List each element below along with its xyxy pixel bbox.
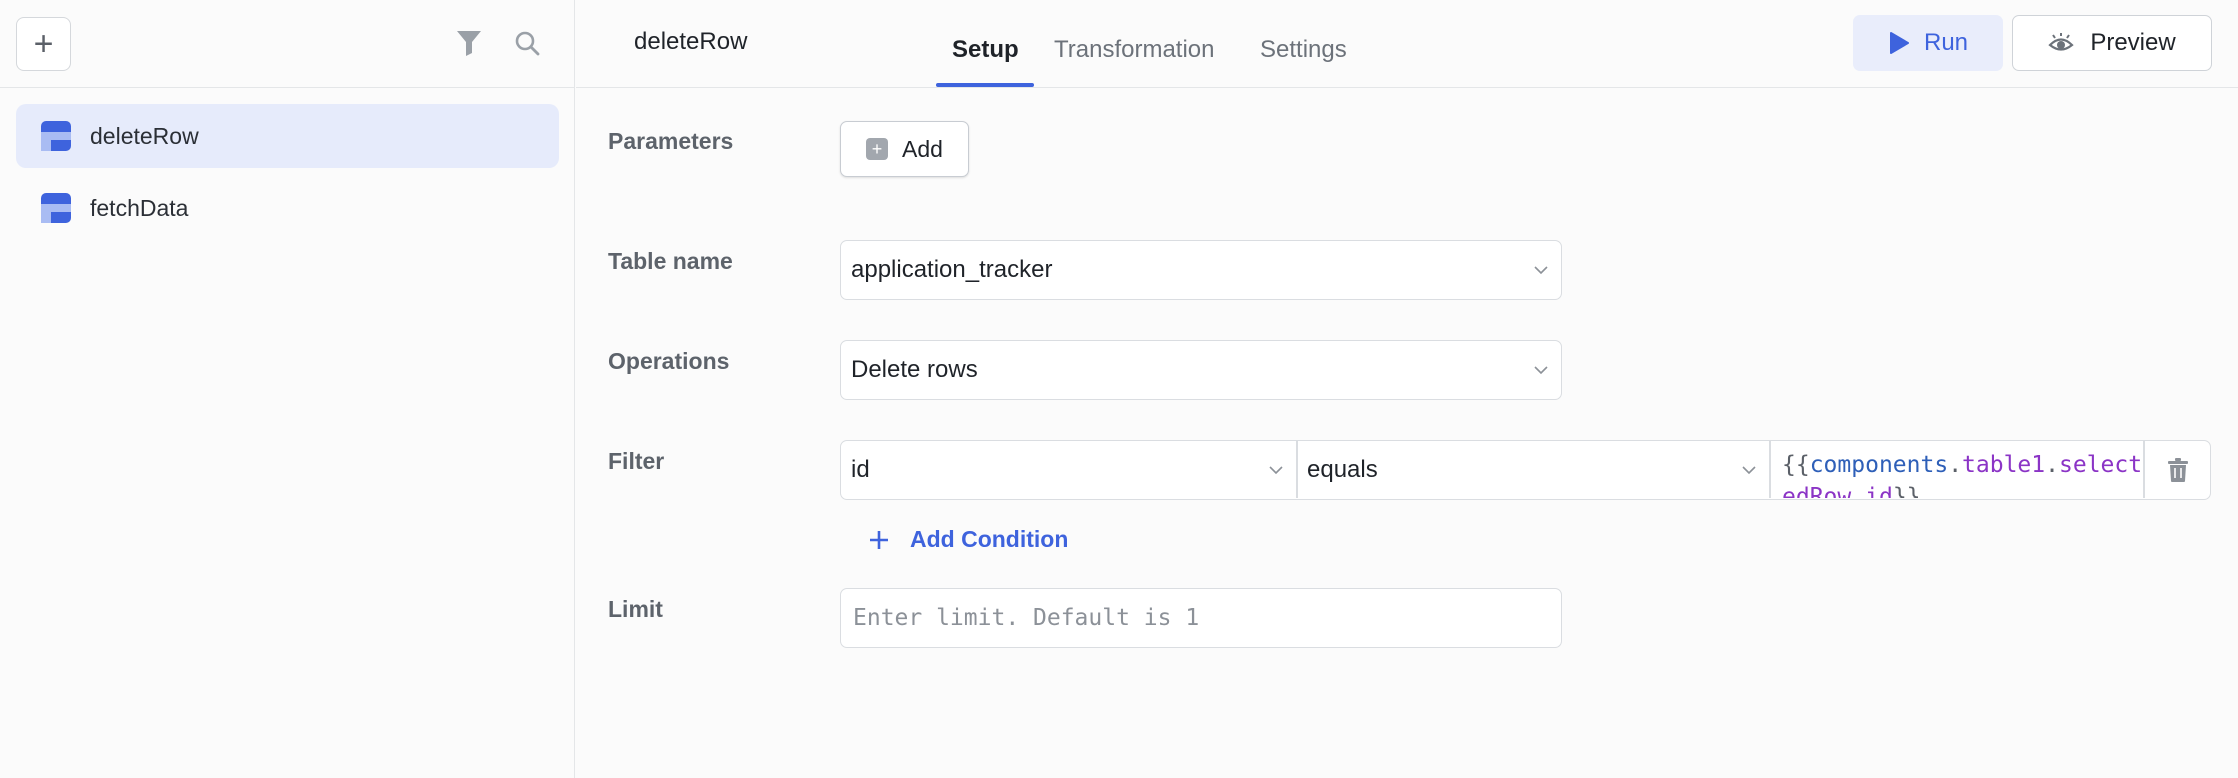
tab-setup[interactable]: Setup <box>952 36 1019 64</box>
query-header: deleteRow Setup Transformation Settings … <box>576 0 2238 88</box>
filter-operator-value: equals <box>1307 455 1378 483</box>
eye-icon <box>2048 33 2074 51</box>
add-parameter-label: Add <box>902 135 943 162</box>
query-sidebar: + deleteRow fetchData <box>0 0 575 778</box>
code-token: components <box>1809 452 1949 478</box>
preview-label: Preview <box>2090 29 2176 56</box>
plus-icon <box>870 530 888 549</box>
table-name-select[interactable]: application_tracker <box>840 240 1562 300</box>
query-name[interactable]: deleteRow <box>634 28 747 56</box>
chevron-down-icon <box>1742 466 1756 475</box>
database-icon <box>41 193 71 223</box>
preview-button[interactable]: Preview <box>2012 15 2212 71</box>
chevron-down-icon <box>1534 366 1548 375</box>
delete-condition-trash-icon[interactable] <box>2161 453 2195 487</box>
tab-transformation[interactable]: Transformation <box>1054 36 1215 64</box>
add-parameter-button[interactable]: + Add <box>840 121 969 177</box>
run-label: Run <box>1923 29 1969 56</box>
add-query-button[interactable]: + <box>16 17 71 71</box>
add-condition-label: Add Condition <box>910 526 1069 552</box>
code-brace-close: }} <box>1892 484 1921 498</box>
add-condition-button[interactable]: Add Condition <box>868 526 1068 553</box>
parameters-label: Parameters <box>608 128 734 154</box>
filter-icon[interactable] <box>452 26 486 60</box>
operations-label: Operations <box>608 348 730 374</box>
operations-value: Delete rows <box>851 356 978 383</box>
sidebar-item-deleterow[interactable]: deleteRow <box>16 104 559 168</box>
database-icon <box>41 121 71 151</box>
code-dot: . <box>1851 484 1866 498</box>
chevron-down-icon <box>1269 466 1283 475</box>
code-brace-open: {{ <box>1782 452 1810 478</box>
limit-label: Limit <box>608 596 663 622</box>
search-icon[interactable] <box>510 26 544 60</box>
filter-label: Filter <box>608 448 665 474</box>
filter-condition-row: id equals {{components.table1.selectedRo… <box>840 440 2211 500</box>
plus-square-icon: + <box>866 138 889 160</box>
active-tab-indicator <box>936 83 1034 87</box>
table-name-value: application_tracker <box>851 256 1053 283</box>
sidebar-item-fetchdata[interactable]: fetchData <box>16 176 559 240</box>
filter-column-value: id <box>851 455 870 483</box>
query-editor-app: + deleteRow fetchData deleteRow Setup Tr… <box>0 0 2238 778</box>
filter-column-select[interactable]: id <box>841 441 1296 498</box>
filter-operator-select[interactable]: equals <box>1297 441 1769 498</box>
sidebar-header: + <box>0 0 575 88</box>
filter-divider <box>2143 441 2145 498</box>
filter-value-editor[interactable]: {{components.table1.selectedRow.id}} <box>1770 441 2155 498</box>
tab-settings[interactable]: Settings <box>1260 36 1347 64</box>
code-token: table1 <box>1962 452 2046 478</box>
table-name-label: Table name <box>608 248 733 274</box>
sidebar-item-label: deleteRow <box>90 122 199 149</box>
play-icon <box>1889 32 1909 54</box>
limit-input[interactable] <box>840 588 1562 648</box>
chevron-down-icon <box>1534 266 1548 275</box>
sidebar-item-label: fetchData <box>90 194 189 221</box>
run-button[interactable]: Run <box>1853 15 2003 71</box>
code-dot: . <box>2045 452 2059 478</box>
operations-select[interactable]: Delete rows <box>840 340 1562 400</box>
code-token: id <box>1865 484 1893 498</box>
code-dot: . <box>1948 452 1963 478</box>
